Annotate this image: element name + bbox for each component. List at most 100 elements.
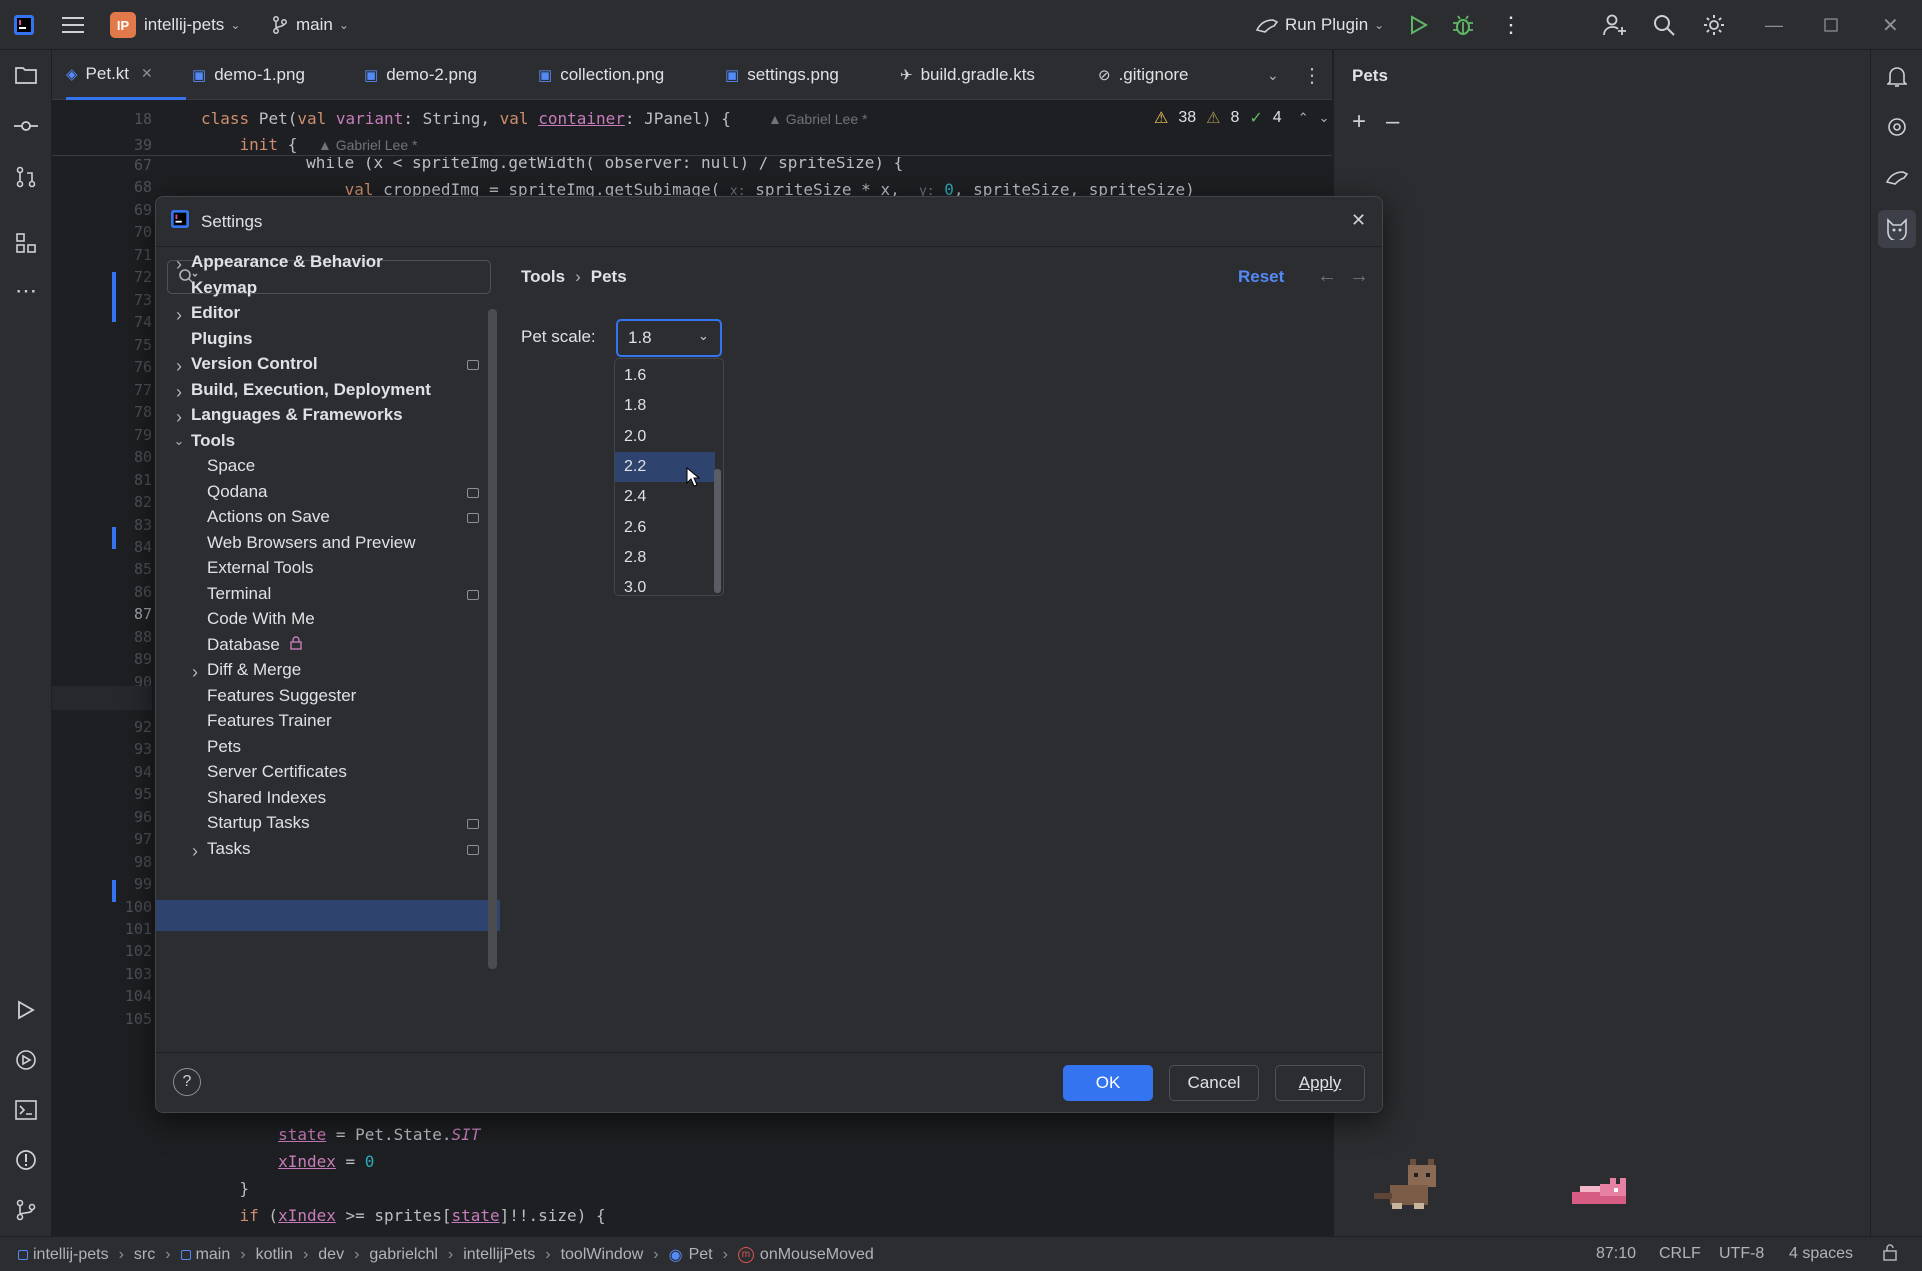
breadcrumb-item[interactable]: toolWindow — [561, 1246, 644, 1264]
option-1-8[interactable]: 1.8 — [615, 391, 715, 421]
option-2-8[interactable]: 2.8 — [615, 543, 715, 573]
apply-button[interactable]: Apply — [1275, 1065, 1365, 1101]
tree-item-web-browsers-and-preview[interactable]: Web Browsers and Preview — [207, 530, 416, 556]
dialog-close-icon[interactable]: ✕ — [1351, 210, 1366, 231]
chevron-right-icon[interactable]: › — [171, 254, 187, 275]
next-highlight-icon[interactable]: ⌄ — [1319, 110, 1330, 126]
tab-settings-png[interactable]: ▣ settings.png — [725, 50, 839, 100]
tree-item-editor[interactable]: Editor — [191, 300, 240, 326]
problems-icon[interactable] — [11, 1145, 41, 1175]
terminal-icon[interactable] — [11, 1095, 41, 1125]
close-icon[interactable]: ✕ — [1882, 0, 1899, 50]
breadcrumb-item[interactable]: intellij-pets — [33, 1246, 109, 1264]
file-encoding[interactable]: UTF-8 — [1719, 1245, 1764, 1263]
inspection-widget[interactable]: ⚠ 38 ⚠ 8 ✓ 4 ⌃ ⌄ — [1154, 108, 1330, 128]
chevron-right-icon[interactable]: › — [187, 841, 203, 862]
option-2-6[interactable]: 2.6 — [615, 513, 715, 543]
tab-demo-1[interactable]: ▣ demo-1.png — [192, 50, 305, 100]
breadcrumb-item[interactable]: main — [196, 1246, 231, 1264]
lock-icon[interactable] — [1882, 1243, 1898, 1266]
tab-collection[interactable]: ▣ collection.png — [538, 50, 664, 100]
debug-icon[interactable] — [1452, 0, 1474, 50]
breadcrumb-item[interactable]: gabrielchl — [369, 1246, 437, 1264]
chevron-right-icon[interactable]: › — [171, 305, 187, 326]
tree-item-tasks[interactable]: Tasks — [207, 836, 250, 862]
line-separator[interactable]: CRLF — [1659, 1245, 1701, 1263]
tree-item-server-certificates[interactable]: Server Certificates — [207, 759, 347, 785]
tabs-more-icon[interactable]: ⋮ — [1302, 50, 1322, 100]
gradle-icon[interactable] — [1882, 162, 1912, 192]
option-3-0[interactable]: 3.0 — [615, 573, 715, 595]
run-icon[interactable] — [1410, 0, 1428, 50]
tabs-dropdown-icon[interactable]: ⌄ — [1267, 50, 1279, 100]
tree-item-database[interactable]: Database — [207, 632, 302, 658]
prev-highlight-icon[interactable]: ⌃ — [1298, 110, 1309, 126]
hamburger-menu-icon[interactable] — [62, 0, 84, 50]
chevron-right-icon[interactable]: › — [171, 407, 187, 428]
tree-scrollbar[interactable] — [488, 309, 497, 969]
tree-item-appearance-behavior[interactable]: Appearance & Behavior — [191, 249, 383, 275]
pink-pet-sprite[interactable] — [1570, 1174, 1632, 1213]
tree-item-shared-indexes[interactable]: Shared Indexes — [207, 785, 326, 811]
run-config-selector[interactable]: Run Plugin ⌄ — [1255, 0, 1384, 50]
breadcrumb-item[interactable]: kotlin — [256, 1246, 293, 1264]
cancel-button[interactable]: Cancel — [1169, 1065, 1259, 1101]
git-icon[interactable] — [11, 1195, 41, 1225]
chevron-right-icon[interactable]: › — [171, 356, 187, 377]
commit-icon[interactable] — [11, 111, 41, 141]
tree-item-features-suggester[interactable]: Features Suggester — [207, 683, 356, 709]
structure-icon[interactable] — [11, 228, 41, 258]
maximize-icon[interactable] — [1824, 0, 1838, 50]
tree-item-actions-on-save[interactable]: Actions on Save — [207, 504, 330, 530]
more-icon[interactable]: ⋮ — [1500, 0, 1522, 50]
tree-item-diff-merge[interactable]: Diff & Merge — [207, 657, 301, 683]
option-2-4[interactable]: 2.4 — [615, 482, 715, 512]
chevron-right-icon[interactable]: › — [187, 662, 203, 683]
branch-selector[interactable]: main ⌄ — [272, 0, 349, 50]
more-tools-icon[interactable]: ⋯ — [11, 276, 41, 306]
minimize-icon[interactable]: — — [1765, 0, 1783, 50]
breadcrumb-item[interactable]: dev — [318, 1246, 344, 1264]
caret-position[interactable]: 87:10 — [1596, 1245, 1636, 1263]
tab-pet-kt[interactable]: ◈ Pet.kt ✕ — [66, 50, 186, 100]
tree-item-startup-tasks[interactable]: Startup Tasks — [207, 810, 310, 836]
tree-item-tools[interactable]: Tools — [191, 428, 235, 454]
tree-item-code-with-me[interactable]: Code With Me — [207, 606, 315, 632]
add-pet-button[interactable]: + — [1352, 108, 1366, 136]
tree-item-space[interactable]: Space — [207, 453, 255, 479]
gear-icon[interactable] — [1702, 0, 1726, 50]
tree-item-terminal[interactable]: Terminal — [207, 581, 271, 607]
add-user-icon[interactable] — [1603, 0, 1627, 50]
tree-item-external-tools[interactable]: External Tools — [207, 555, 313, 581]
close-tab-icon[interactable]: ✕ — [141, 65, 153, 82]
breadcrumb-parent[interactable]: Tools — [521, 267, 565, 287]
breadcrumb-item[interactable]: Pet — [689, 1246, 713, 1264]
pets-tool-icon[interactable] — [1878, 210, 1916, 248]
reset-link[interactable]: Reset — [1238, 267, 1284, 287]
breadcrumb-item[interactable]: onMouseMoved — [760, 1246, 874, 1264]
indent-setting[interactable]: 4 spaces — [1789, 1245, 1853, 1263]
tree-item-qodana[interactable]: Qodana — [207, 479, 268, 505]
tree-item-languages-frameworks[interactable]: Languages & Frameworks — [191, 402, 403, 428]
pet-scale-dropdown[interactable]: 1.8 ⌄ — [616, 319, 722, 357]
option-2-2[interactable]: 2.2 — [615, 451, 715, 482]
notifications-icon[interactable] — [1882, 62, 1912, 92]
chevron-right-icon[interactable]: › — [171, 382, 187, 403]
option-1-6[interactable]: 1.6 — [615, 361, 715, 391]
run-tool-icon[interactable] — [11, 995, 41, 1025]
popup-scrollbar[interactable] — [714, 469, 721, 593]
remove-pet-button[interactable]: – — [1386, 108, 1399, 136]
ai-assistant-icon[interactable] — [1882, 112, 1912, 142]
tree-item-pets[interactable]: Pets — [207, 734, 241, 760]
back-arrow-icon[interactable]: ← — [1317, 265, 1337, 288]
tab-demo-2[interactable]: ▣ demo-2.png — [364, 50, 477, 100]
tab-build-gradle[interactable]: ✈ build.gradle.kts — [900, 50, 1035, 100]
cat-pet-sprite[interactable] — [1370, 1155, 1442, 1218]
forward-arrow-icon[interactable]: → — [1349, 265, 1369, 288]
pull-request-icon[interactable] — [11, 162, 41, 192]
ok-button[interactable]: OK — [1063, 1065, 1153, 1101]
tree-item-keymap[interactable]: Keymap — [191, 275, 257, 301]
breadcrumb-item[interactable]: src — [134, 1246, 155, 1264]
services-icon[interactable] — [11, 1045, 41, 1075]
help-button[interactable]: ? — [173, 1068, 201, 1096]
